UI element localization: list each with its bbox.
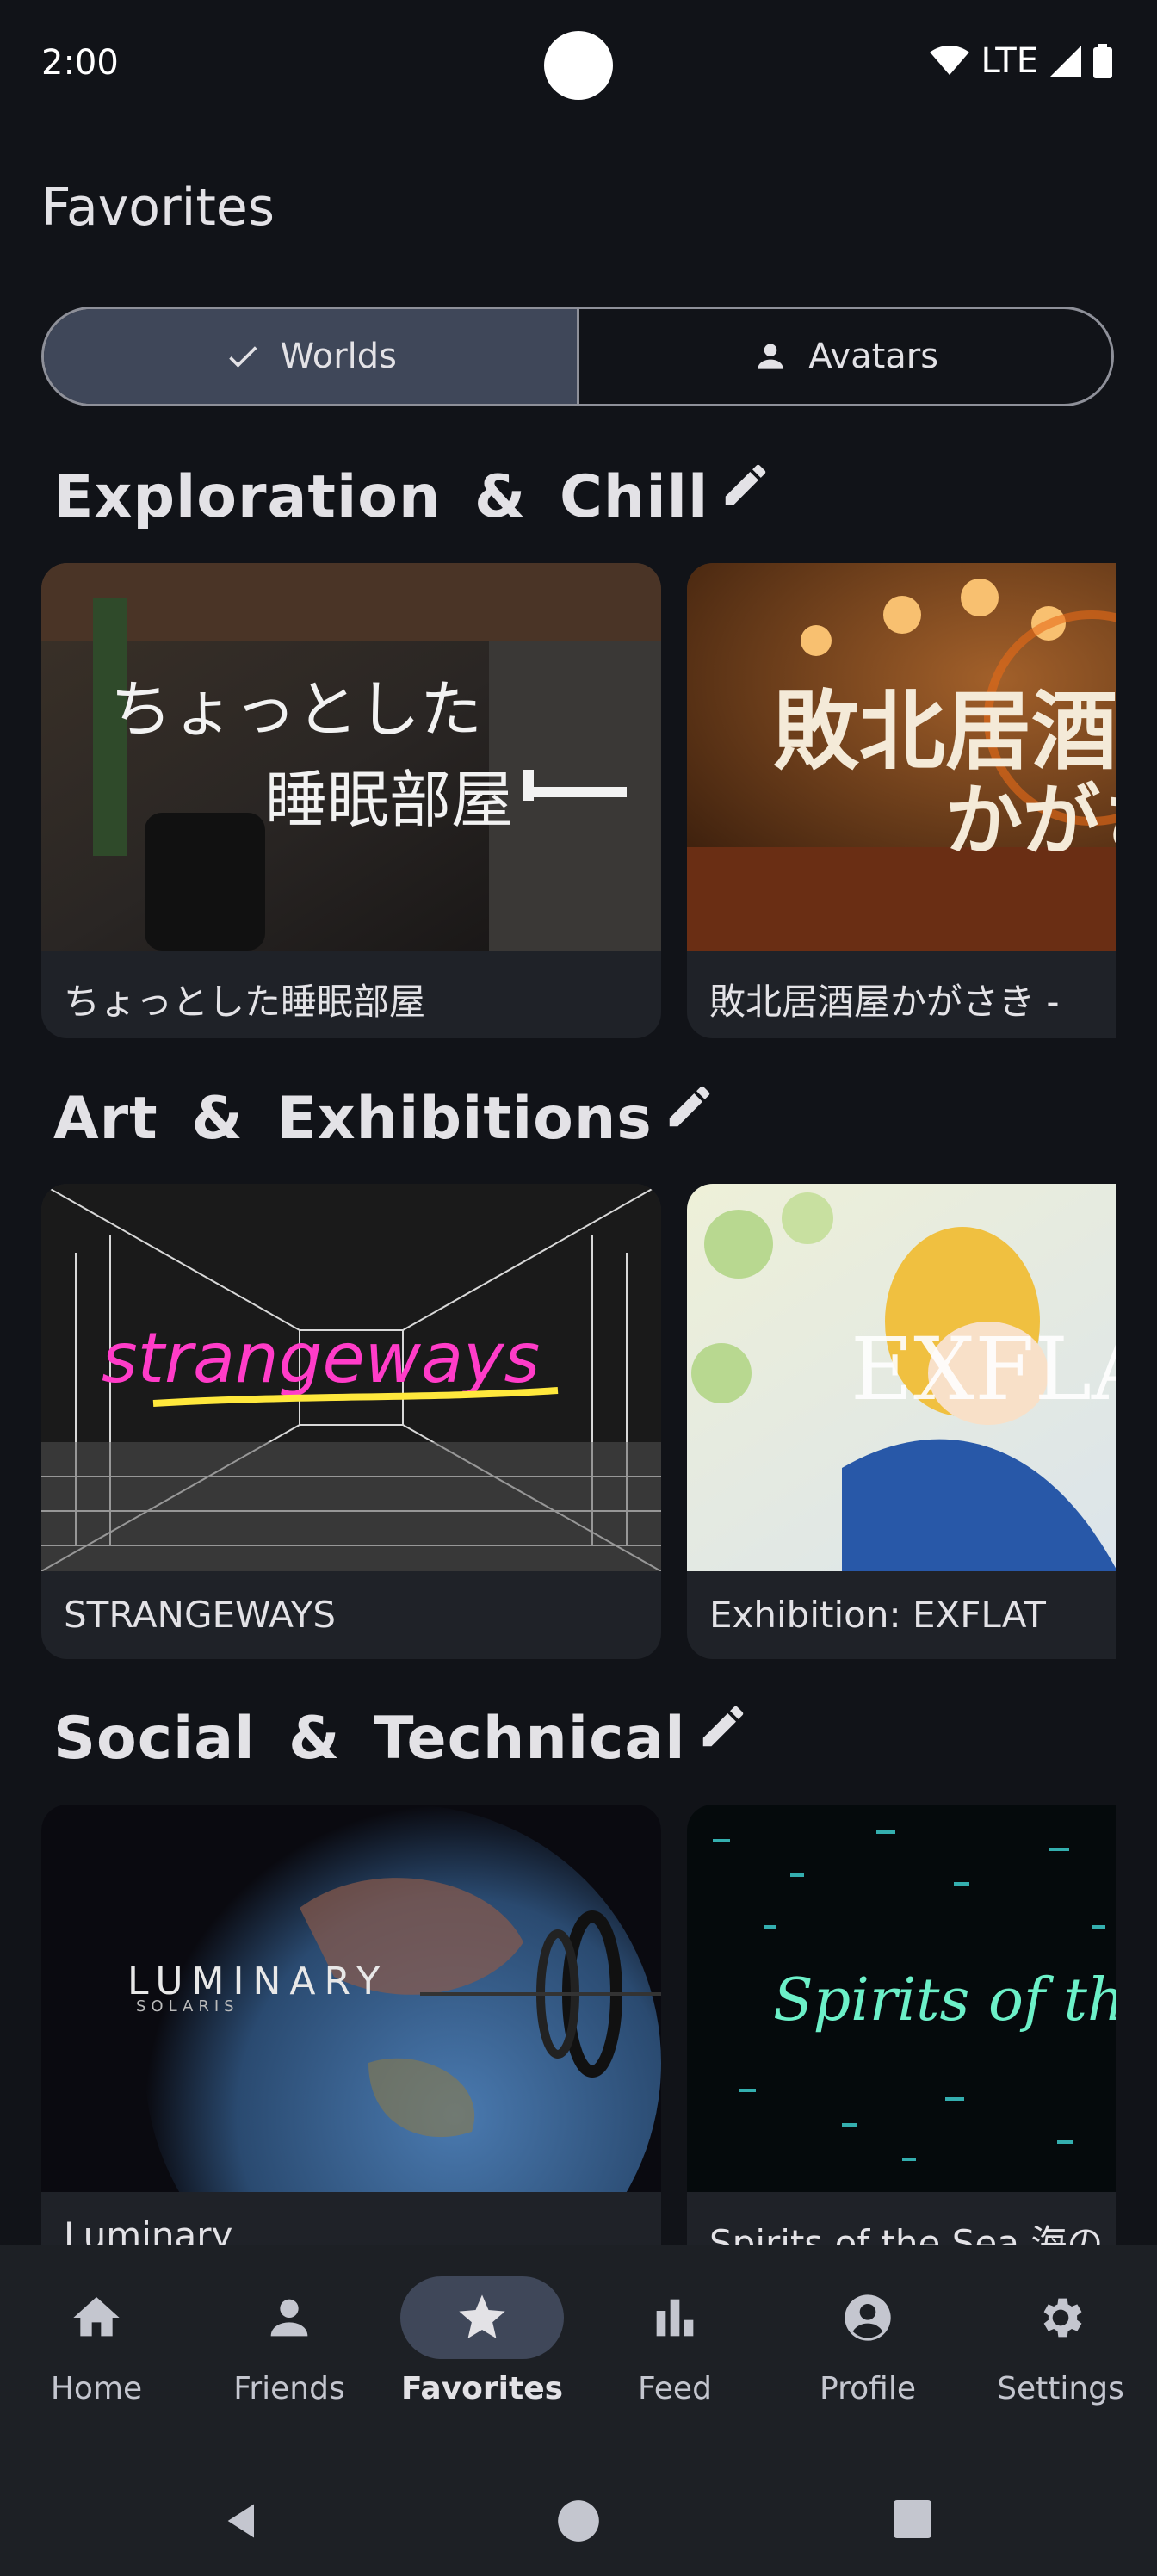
- thumb-text-exflat: EXFLAT: [851, 1319, 1116, 1420]
- section-header-social: Social & Technical: [53, 1705, 750, 1773]
- nav-label: Settings: [997, 2371, 1124, 2406]
- section-title: Art & Exhibitions: [53, 1085, 653, 1153]
- nav-item-feed[interactable]: Feed: [578, 2245, 771, 2468]
- home-circle-icon[interactable]: [556, 2499, 601, 2543]
- system-navigation-bar: [0, 2468, 1157, 2576]
- person-icon: [270, 2299, 308, 2337]
- thumb-text-line1: ちょっとした: [110, 673, 482, 746]
- battery-icon: [1093, 44, 1112, 78]
- segment-worlds-label: Worlds: [280, 337, 397, 376]
- segment-worlds[interactable]: Worlds: [44, 309, 577, 404]
- nav-label: Favorites: [400, 2371, 564, 2406]
- nav-label: Profile: [820, 2371, 916, 2406]
- thumb-text-izakaya: 敗北居酒屋: [773, 680, 1116, 782]
- world-thumbnail: Spirits of the: [687, 1805, 1116, 2192]
- star-icon: [459, 2294, 505, 2338]
- nav-item-profile[interactable]: Profile: [771, 2245, 964, 2468]
- world-thumbnail: LUMINARY SOLARIS: [41, 1805, 661, 2192]
- world-card[interactable]: strangeways STRANGEWAYS: [41, 1184, 661, 1659]
- thumb-text-line2: 睡眠部屋: [265, 764, 513, 836]
- account-circle-icon: [845, 2294, 891, 2341]
- recents-icon[interactable]: [892, 2499, 933, 2540]
- status-time: 2:00: [41, 43, 119, 83]
- svg-text:かがさき: かがさき: [945, 775, 1116, 866]
- world-card[interactable]: LUMINARY SOLARIS Luminary: [41, 1805, 661, 2280]
- status-icons: LTE: [929, 41, 1112, 81]
- section-header-exploration: Exploration & Chill: [53, 463, 772, 531]
- bottom-navigation-bar: Home Friends Favorites Feed Profile Sett…: [0, 2245, 1157, 2468]
- edit-pencil-icon[interactable]: [696, 1700, 750, 1753]
- world-thumbnail: EXFLAT: [687, 1184, 1116, 1571]
- world-card-title: STRANGEWAYS: [64, 1594, 337, 1636]
- status-bar: 2:00 LTE: [0, 0, 1157, 129]
- segment-avatars[interactable]: Avatars: [576, 309, 1112, 404]
- network-type: LTE: [981, 41, 1038, 81]
- camera-cutout: [544, 31, 613, 100]
- world-thumbnail: strangeways: [41, 1184, 661, 1571]
- world-carousel-exploration[interactable]: ちょっとした 睡眠部屋 ちょっとした睡眠部屋 敗北居酒屋 かがさ: [41, 563, 1116, 1038]
- page-title: Favorites: [41, 177, 275, 238]
- thumb-text-spirits: Spirits of the: [773, 1966, 1116, 2034]
- nav-item-settings[interactable]: Settings: [964, 2245, 1157, 2468]
- world-card-title: 敗北居酒屋かがさき -: [709, 981, 1060, 1023]
- nav-label: Home: [50, 2371, 143, 2406]
- wifi-icon: [929, 46, 969, 76]
- edit-pencil-icon[interactable]: [719, 458, 772, 511]
- worlds-avatars-toggle: Worlds Avatars: [41, 307, 1114, 406]
- check-icon: [228, 346, 257, 368]
- world-carousel-social[interactable]: LUMINARY SOLARIS Luminary Spirits of the…: [41, 1805, 1116, 2280]
- segment-avatars-label: Avatars: [808, 337, 939, 376]
- world-card[interactable]: Spirits of the Spirits of the Sea 海の: [687, 1805, 1116, 2280]
- nav-item-favorites[interactable]: Favorites: [386, 2245, 578, 2468]
- world-card[interactable]: 敗北居酒屋 かがさき 敗北居酒屋かがさき -: [687, 563, 1116, 1038]
- bar-chart-icon: [656, 2299, 694, 2337]
- world-thumbnail: 敗北居酒屋 かがさき: [687, 563, 1116, 951]
- nav-label: Friends: [233, 2371, 345, 2406]
- world-card-title: ちょっとした睡眠部屋: [64, 981, 426, 1023]
- section-title: Exploration & Chill: [53, 463, 709, 531]
- world-card[interactable]: ちょっとした 睡眠部屋 ちょっとした睡眠部屋: [41, 563, 661, 1038]
- thumb-text-strangeways: strangeways: [102, 1318, 540, 1398]
- gear-icon: [1043, 2298, 1082, 2338]
- world-thumbnail: ちょっとした 睡眠部屋: [41, 563, 661, 951]
- signal-icon: [1050, 46, 1081, 77]
- world-carousel-art[interactable]: strangeways STRANGEWAYS EXFLAT Exhibitio…: [41, 1184, 1116, 1659]
- world-card-title: Exhibition: EXFLAT: [709, 1594, 1046, 1636]
- world-card[interactable]: EXFLAT Exhibition: EXFLAT: [687, 1184, 1116, 1659]
- section-title: Social & Technical: [53, 1705, 686, 1773]
- svg-text:SOLARIS: SOLARIS: [136, 1997, 239, 2016]
- section-header-art: Art & Exhibitions: [53, 1085, 716, 1153]
- person-icon: [758, 344, 784, 369]
- back-icon[interactable]: [220, 2499, 265, 2543]
- home-icon: [73, 2297, 120, 2337]
- nav-label: Feed: [638, 2371, 712, 2406]
- edit-pencil-icon[interactable]: [663, 1080, 716, 1133]
- nav-item-friends[interactable]: Friends: [193, 2245, 386, 2468]
- nav-item-home[interactable]: Home: [0, 2245, 193, 2468]
